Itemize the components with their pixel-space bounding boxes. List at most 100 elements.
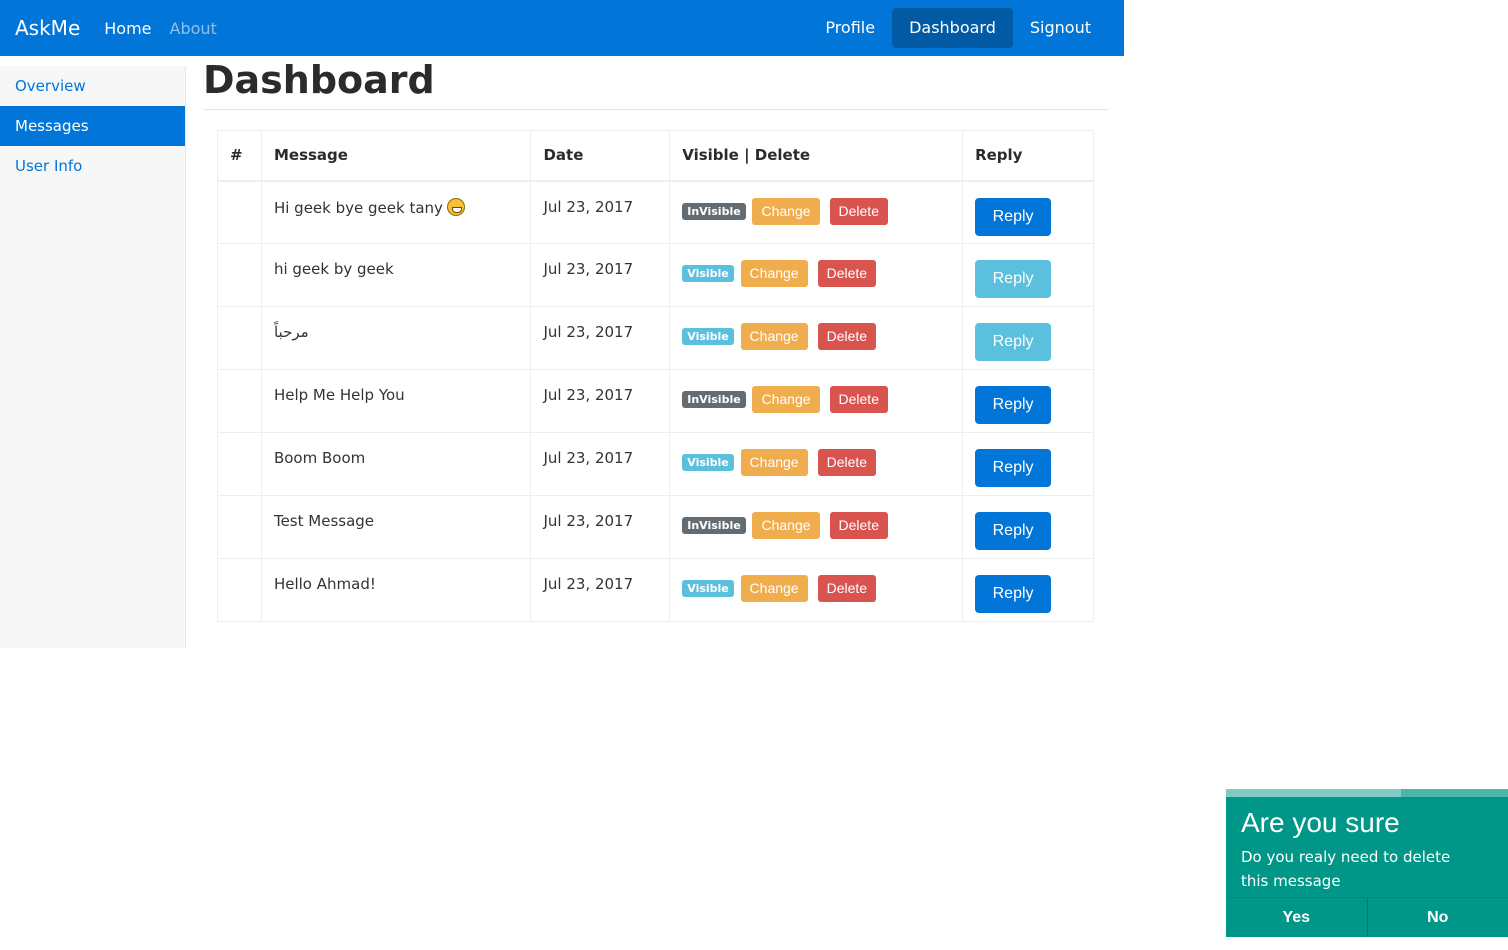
header-visible-delete: Visible | Delete (669, 130, 964, 182)
delete-message-button[interactable]: Delete (829, 197, 888, 225)
nav-right-group: Profile Dashboard Signout (808, 8, 1108, 48)
row-message-text: Hello Ahmad! (273, 575, 376, 593)
row-message: مرحباً (260, 306, 532, 370)
toast-progress-bar (1226, 789, 1508, 797)
row-date: Jul 23, 2017 (530, 495, 671, 559)
row-message-text: مرحباً (273, 323, 309, 341)
row-number (217, 369, 262, 433)
row-visibility-actions: Visible Change Delete (669, 432, 964, 496)
row-number (217, 306, 262, 370)
row-message: Test Message (260, 495, 532, 559)
sidebar-item-user-info[interactable]: User Info (0, 146, 185, 186)
change-visibility-button[interactable]: Change (752, 512, 820, 539)
change-visibility-button[interactable]: Change (752, 197, 820, 225)
row-visibility-actions: Visible Change Delete (669, 306, 964, 370)
header-message: Message (260, 130, 532, 182)
nav-about-link[interactable]: About (170, 19, 217, 38)
change-visibility-button[interactable]: Change (740, 260, 808, 287)
visibility-badge: InVisible (682, 391, 746, 408)
reply-button[interactable]: Reply (975, 323, 1052, 361)
delete-message-button[interactable]: Delete (817, 260, 877, 287)
delete-message-button[interactable]: Delete (829, 386, 888, 413)
change-visibility-button[interactable]: Change (740, 449, 808, 476)
row-reply-cell: Reply (962, 306, 1094, 370)
visibility-badge: Visible (682, 328, 734, 345)
table-row: Boom Boom Jul 23, 2017 Visible Change Delet… (217, 432, 1094, 496)
row-number (217, 243, 262, 307)
row-message: Boom Boom (260, 432, 532, 496)
row-visibility-actions: Visible Change Delete (669, 243, 964, 307)
change-visibility-button[interactable]: Change (740, 575, 808, 602)
row-message: Hello Ahmad! (260, 558, 532, 622)
row-message: Help Me Help You (260, 369, 532, 433)
grinning-face-icon (446, 197, 465, 216)
toast-message: Do you realy need to delete this message (1241, 848, 1451, 890)
row-visibility-actions: InVisible Change Delete (669, 495, 964, 559)
row-message-text: hi geek by geek (273, 260, 394, 278)
row-date: Jul 23, 2017 (530, 432, 671, 496)
nav-profile-link[interactable]: Profile (808, 8, 892, 48)
row-reply-cell: Reply (962, 558, 1094, 622)
visibility-badge: Visible (682, 580, 734, 597)
row-reply-cell: Reply (962, 495, 1094, 559)
row-date: Jul 23, 2017 (530, 558, 671, 622)
delete-message-button[interactable]: Delete (829, 512, 888, 539)
page-title: Dashboard (203, 58, 1109, 110)
header-reply: Reply (962, 130, 1094, 182)
sidebar: Overview Messages User Info (0, 66, 186, 648)
delete-confirm-toast: Are you sure Do you realy need to delete… (1226, 789, 1508, 937)
nav-home-link[interactable]: Home (104, 19, 151, 38)
visibility-badge: Visible (682, 265, 734, 282)
table-row: hi geek by geek Jul 23, 2017 Visible Chang… (217, 243, 1094, 307)
delete-message-button[interactable]: Delete (817, 575, 877, 602)
reply-button[interactable]: Reply (975, 260, 1052, 298)
table-body: Hi geek bye geek tany Jul 23, 2017 InVisib… (217, 180, 1094, 622)
row-date: Jul 23, 2017 (530, 180, 671, 244)
reply-button[interactable]: Reply (975, 197, 1052, 236)
row-visibility-actions: InVisible Change Delete (669, 180, 964, 244)
reply-button[interactable]: Reply (975, 575, 1052, 613)
row-message-text: Test Message (273, 512, 375, 530)
table-row: Test Message Jul 23, 2017 InVisible Change… (217, 495, 1094, 559)
table-row: مرحباً Jul 23, 2017 Visible Change Delete Re… (217, 306, 1094, 370)
row-message: Hi geek bye geek tany (260, 180, 532, 244)
top-navbar: AskMe Home About Profile Dashboard Signo… (0, 0, 1124, 56)
toast-actions: Yes No (1226, 897, 1508, 937)
table-row: Help Me Help You Jul 23, 2017 InVisible Ch… (217, 369, 1094, 433)
row-message: hi geek by geek (260, 243, 532, 307)
row-date: Jul 23, 2017 (530, 243, 671, 307)
change-visibility-button[interactable]: Change (752, 386, 820, 413)
change-visibility-button[interactable]: Change (740, 323, 808, 350)
toast-yes-button[interactable]: Yes (1226, 898, 1367, 937)
row-message-text: Help Me Help You (273, 386, 405, 404)
reply-button[interactable]: Reply (975, 512, 1052, 550)
nav-signout-link[interactable]: Signout (1013, 8, 1108, 48)
table-row: Hello Ahmad! Jul 23, 2017 Visible Change De… (217, 558, 1094, 622)
visibility-badge: InVisible (682, 202, 746, 220)
reply-button[interactable]: Reply (975, 386, 1052, 424)
header-num: # (217, 130, 262, 182)
row-number (217, 432, 262, 496)
toast-no-button[interactable]: No (1366, 898, 1508, 937)
row-reply-cell: Reply (962, 432, 1094, 496)
brand-link[interactable]: AskMe (15, 16, 80, 40)
messages-table: # Message Date Visible | Delete Reply Hi… (217, 130, 1094, 622)
reply-button[interactable]: Reply (975, 449, 1052, 487)
row-reply-cell: Reply (962, 243, 1094, 307)
sidebar-item-messages[interactable]: Messages (0, 106, 185, 146)
toast-progress-fill (1226, 789, 1401, 797)
row-message-text: Boom Boom (273, 449, 366, 467)
row-reply-cell: Reply (962, 369, 1094, 433)
row-message-text: Hi geek bye geek tany (273, 198, 443, 217)
header-date: Date (530, 130, 671, 182)
delete-message-button[interactable]: Delete (817, 323, 877, 350)
table-header-row: # Message Date Visible | Delete Reply (217, 130, 1094, 182)
delete-message-button[interactable]: Delete (817, 449, 877, 476)
sidebar-item-overview[interactable]: Overview (0, 66, 185, 106)
row-visibility-actions: InVisible Change Delete (669, 369, 964, 433)
nav-dashboard-link[interactable]: Dashboard (892, 8, 1013, 48)
row-visibility-actions: Visible Change Delete (669, 558, 964, 622)
row-number (217, 495, 262, 559)
row-number (217, 558, 262, 622)
row-reply-cell: Reply (962, 180, 1094, 244)
